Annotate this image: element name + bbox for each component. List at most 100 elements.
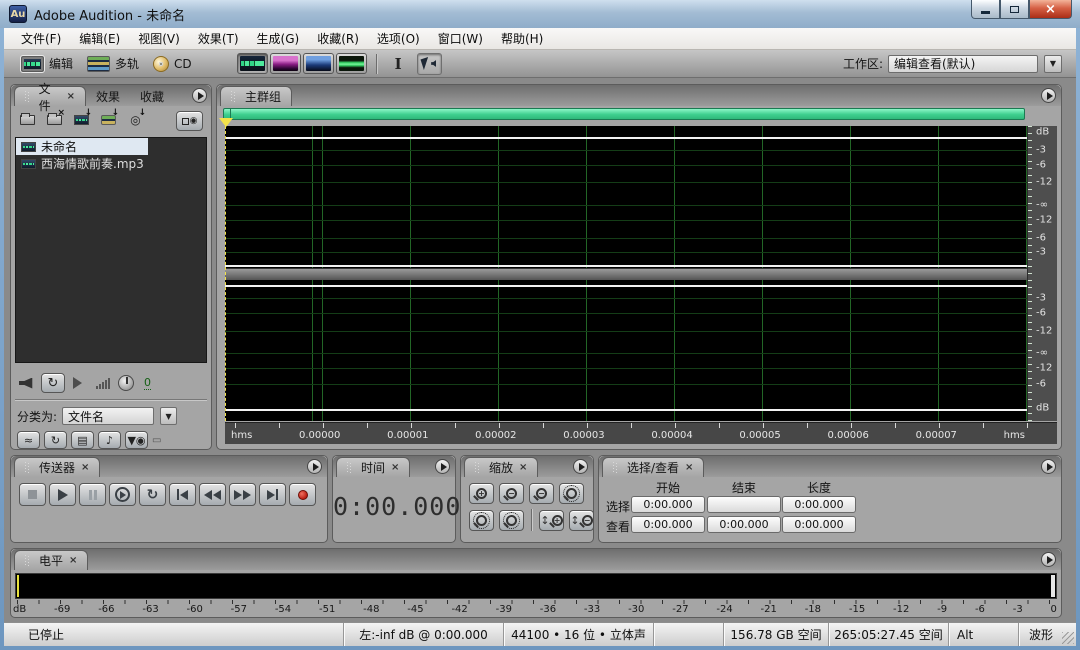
tab-level-close-icon[interactable]: × bbox=[69, 555, 77, 566]
selection-menu-button[interactable] bbox=[1041, 459, 1056, 474]
playhead-marker[interactable] bbox=[219, 118, 233, 127]
close-button[interactable]: × bbox=[1029, 0, 1072, 19]
zoom-to-selection-button[interactable] bbox=[559, 483, 584, 504]
tab-zoom-close-icon[interactable]: × bbox=[519, 462, 527, 473]
main-panel-menu-button[interactable] bbox=[1041, 88, 1056, 103]
zoom-menu-button[interactable] bbox=[573, 459, 588, 474]
zoom-out-horizontal-button[interactable]: − bbox=[499, 483, 524, 504]
import-cd-audio-button[interactable]: ◎ ↓ bbox=[125, 109, 146, 129]
menu-view[interactable]: 视图(V) bbox=[129, 28, 189, 49]
time-menu-button[interactable] bbox=[435, 459, 450, 474]
rewind-button[interactable] bbox=[199, 483, 226, 506]
close-file-button[interactable]: × bbox=[44, 109, 65, 129]
title-bar[interactable]: Au Adobe Audition - 未命名 × bbox=[0, 0, 1080, 28]
advanced-options-toggle[interactable]: ◉ bbox=[176, 111, 203, 131]
time-display[interactable]: 0:00.000 bbox=[333, 492, 460, 521]
preview-speaker-icon[interactable] bbox=[19, 377, 33, 389]
time-ruler[interactable]: hms 0.00000 0.00001 0.00002 0.00003 0.00… bbox=[225, 422, 1057, 444]
zoom-in-vertical-button[interactable]: ↕ + bbox=[539, 509, 564, 531]
fast-forward-button[interactable] bbox=[229, 483, 256, 506]
menu-effects[interactable]: 效果(T) bbox=[189, 28, 248, 49]
tab-transport-close-icon[interactable]: × bbox=[81, 462, 89, 473]
tab-selection-view[interactable]: 选择/查看 × bbox=[602, 457, 705, 477]
scrub-tool-button[interactable] bbox=[416, 52, 442, 75]
selection-start-field[interactable]: 0:00.000 bbox=[631, 496, 705, 513]
tab-time[interactable]: 时间 × bbox=[336, 457, 411, 477]
horizontal-navigator-scrollbar[interactable] bbox=[223, 108, 1025, 120]
play-looped-button[interactable]: ↻ bbox=[139, 483, 166, 506]
show-audio-files-toggle[interactable]: ≈ bbox=[17, 431, 40, 449]
menu-file[interactable]: 文件(F) bbox=[12, 28, 70, 49]
tab-favorites[interactable]: 收藏 bbox=[130, 86, 164, 106]
menu-help[interactable]: 帮助(H) bbox=[492, 28, 552, 49]
tab-selection-view-close-icon[interactable]: × bbox=[685, 462, 693, 473]
multitrack-view-button[interactable]: 多轨 bbox=[80, 53, 146, 74]
minimize-button[interactable] bbox=[971, 0, 1000, 19]
play-from-cursor-button[interactable] bbox=[109, 483, 136, 506]
waveform-display-button[interactable] bbox=[236, 53, 268, 74]
preview-play-button[interactable] bbox=[73, 377, 82, 389]
view-start-field[interactable]: 0:00.000 bbox=[631, 516, 705, 533]
maximize-button[interactable] bbox=[1000, 0, 1029, 19]
view-length-field[interactable]: 0:00.000 bbox=[782, 516, 856, 533]
resize-grip-icon[interactable] bbox=[1062, 632, 1074, 644]
zoom-in-selection-right-button[interactable] bbox=[499, 509, 524, 531]
play-button[interactable] bbox=[49, 483, 76, 506]
spectral-phase-button[interactable] bbox=[335, 53, 367, 74]
tab-transport[interactable]: 传送器 × bbox=[14, 457, 101, 477]
pause-button[interactable] bbox=[79, 483, 106, 506]
selection-length-field[interactable]: 0:00.000 bbox=[782, 496, 856, 513]
file-item-selected[interactable]: 未命名 bbox=[16, 138, 148, 155]
zoom-in-selection-left-button[interactable] bbox=[469, 509, 494, 531]
tab-files-close-icon[interactable]: × bbox=[67, 91, 75, 102]
level-meter[interactable] bbox=[15, 573, 1057, 599]
menu-favorites[interactable]: 收藏(R) bbox=[308, 28, 368, 49]
file-item[interactable]: 西海情歌前奏.mp3 bbox=[16, 155, 206, 172]
tab-time-close-icon[interactable]: × bbox=[391, 462, 399, 473]
spectral-pan-button[interactable] bbox=[302, 53, 334, 74]
waveform-left-channel[interactable] bbox=[225, 126, 1027, 268]
menu-edit[interactable]: 编辑(E) bbox=[70, 28, 129, 49]
tab-files[interactable]: 文件 × bbox=[14, 82, 86, 113]
tab-level[interactable]: 电平 × bbox=[14, 550, 89, 570]
show-midi-files-toggle[interactable]: ♪ bbox=[98, 431, 121, 449]
menu-generate[interactable]: 生成(G) bbox=[248, 28, 309, 49]
show-loop-files-toggle[interactable]: ↻ bbox=[44, 431, 67, 449]
level-menu-button[interactable] bbox=[1041, 552, 1056, 567]
zoom-out-vertical-button[interactable]: ↕ − bbox=[569, 509, 594, 531]
tab-main-group[interactable]: 主群组 bbox=[220, 86, 293, 106]
transport-menu-button[interactable] bbox=[307, 459, 322, 474]
amplitude-ruler[interactable]: dB -3 -6 -12 -∞ -12 -6 -3 -3 -6 -12 -∞ -… bbox=[1027, 126, 1057, 421]
insert-into-multitrack-button[interactable]: ↓ bbox=[71, 109, 92, 129]
stop-button[interactable] bbox=[19, 483, 46, 506]
tab-zoom[interactable]: 缩放 × bbox=[464, 457, 539, 477]
record-button[interactable] bbox=[289, 483, 316, 506]
preview-volume-icon[interactable] bbox=[96, 377, 110, 389]
edit-view-button[interactable]: 编辑 bbox=[14, 53, 80, 74]
files-panel-menu-button[interactable] bbox=[192, 88, 207, 103]
import-file-button[interactable] bbox=[17, 110, 38, 129]
zoom-in-horizontal-button[interactable]: + bbox=[469, 483, 494, 504]
go-to-beginning-button[interactable] bbox=[169, 483, 196, 506]
workspace-select[interactable]: 编辑查看(默认) bbox=[888, 54, 1038, 73]
zoom-out-full-button[interactable]: − bbox=[529, 483, 554, 504]
cd-view-button[interactable]: CD bbox=[146, 54, 199, 74]
filter-eye-toggle[interactable]: ▼◉ bbox=[125, 431, 148, 449]
sort-by-dropdown-arrow[interactable]: ▼ bbox=[160, 407, 178, 425]
waveform-right-channel[interactable] bbox=[225, 280, 1027, 421]
view-end-field[interactable]: 0:00.000 bbox=[707, 516, 781, 533]
loop-preview-button[interactable]: ↻ bbox=[41, 373, 65, 393]
preview-volume-value[interactable]: 0 bbox=[144, 376, 151, 390]
spectral-frequency-button[interactable] bbox=[269, 53, 301, 74]
tab-effects[interactable]: 效果 bbox=[86, 86, 130, 106]
show-video-files-toggle[interactable]: ▤ bbox=[71, 431, 94, 449]
insert-into-cd-button[interactable]: ↓ bbox=[98, 109, 119, 129]
preview-volume-knob[interactable] bbox=[118, 375, 134, 391]
selection-end-field[interactable] bbox=[707, 496, 781, 513]
go-to-end-button[interactable] bbox=[259, 483, 286, 506]
workspace-dropdown-arrow[interactable]: ▼ bbox=[1044, 54, 1062, 73]
sort-by-select[interactable]: 文件名 bbox=[62, 407, 155, 425]
menu-options[interactable]: 选项(O) bbox=[368, 28, 429, 49]
time-selection-tool-button[interactable]: I bbox=[386, 53, 411, 75]
menu-window[interactable]: 窗口(W) bbox=[429, 28, 492, 49]
